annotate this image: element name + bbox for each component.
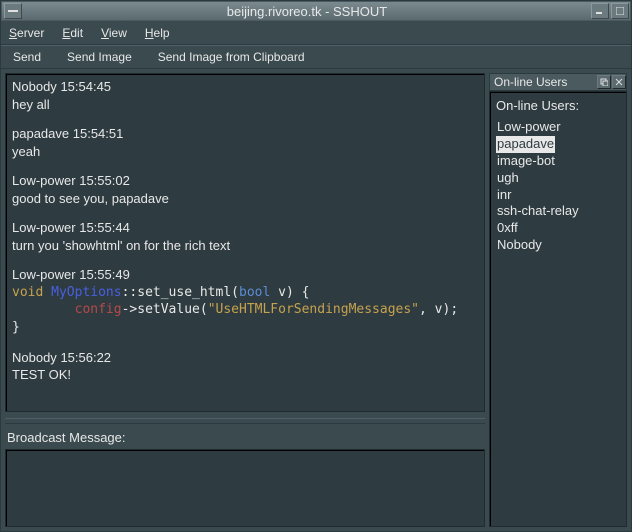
broadcast-label: Broadcast Message: [5, 428, 485, 449]
user-item[interactable]: ugh [496, 170, 620, 187]
panel-close-button[interactable] [612, 75, 626, 89]
window-title: beijing.rivoreo.tk - SSHOUT [24, 4, 590, 19]
send-button[interactable]: Send [9, 48, 45, 66]
chat-body: yeah [12, 143, 478, 161]
content-area: Nobody 15:54:45 hey all papadave 15:54:5… [1, 69, 631, 531]
splitter[interactable] [5, 418, 485, 424]
chat-time: 15:55:44 [79, 220, 130, 235]
chat-user: Nobody [12, 350, 57, 365]
app-window: beijing.rivoreo.tk - SSHOUT Server Edit … [0, 0, 632, 532]
chat-message: Nobody 15:54:45 hey all [12, 78, 478, 113]
chat-body: turn you 'showhtml' on for the rich text [12, 237, 478, 255]
user-item[interactable]: papadave [496, 136, 555, 153]
maximize-button[interactable] [611, 3, 629, 19]
minimize-button[interactable] [591, 3, 609, 19]
menu-help[interactable]: Help [145, 26, 170, 40]
users-list-title: On-line Users: [496, 98, 620, 113]
menu-server[interactable]: Server [9, 26, 44, 40]
chat-body: good to see you, papadave [12, 190, 478, 208]
menubar: Server Edit View Help [1, 21, 631, 45]
chat-user: Low-power [12, 220, 76, 235]
chat-time: 15:56:22 [60, 350, 111, 365]
toolbar: Send Send Image Send Image from Clipboar… [1, 45, 631, 69]
user-item[interactable]: Nobody [496, 237, 620, 254]
chat-user: Low-power [12, 173, 76, 188]
users-panel-header: On-line Users [489, 73, 627, 91]
chat-log[interactable]: Nobody 15:54:45 hey all papadave 15:54:5… [5, 73, 485, 412]
user-item[interactable]: image-bot [496, 153, 620, 170]
menu-edit[interactable]: Edit [62, 26, 83, 40]
chat-time: 15:54:51 [73, 126, 124, 141]
send-image-clipboard-button[interactable]: Send Image from Clipboard [154, 48, 309, 66]
window-menu-button[interactable] [4, 3, 22, 19]
chat-user: Nobody [12, 79, 57, 94]
chat-message: Low-power 15:55:44 turn you 'showhtml' o… [12, 219, 478, 254]
user-item[interactable]: inr [496, 187, 620, 204]
panel-undock-button[interactable] [597, 75, 611, 89]
broadcast-input[interactable] [5, 449, 485, 527]
user-item[interactable]: Low-power [496, 119, 620, 136]
chat-message: Low-power 15:55:02 good to see you, papa… [12, 172, 478, 207]
left-column: Nobody 15:54:45 hey all papadave 15:54:5… [1, 69, 489, 531]
titlebar: beijing.rivoreo.tk - SSHOUT [1, 1, 631, 21]
code-line: } [12, 319, 478, 337]
user-item[interactable]: ssh-chat-relay [496, 203, 620, 220]
user-item[interactable]: 0xff [496, 220, 620, 237]
chat-time: 15:55:02 [79, 173, 130, 188]
chat-body: TEST OK! [12, 366, 478, 384]
chat-message-code: Low-power 15:55:49 void MyOptions::set_u… [12, 266, 478, 336]
chat-time: 15:54:45 [60, 79, 111, 94]
send-image-button[interactable]: Send Image [63, 48, 136, 66]
chat-time: 15:55:49 [79, 267, 130, 282]
users-panel-title: On-line Users [494, 75, 596, 89]
chat-message: papadave 15:54:51 yeah [12, 125, 478, 160]
chat-user: Low-power [12, 267, 76, 282]
chat-message: Nobody 15:56:22 TEST OK! [12, 349, 478, 384]
chat-user: papadave [12, 126, 69, 141]
right-column: On-line Users On-line Users: Low-powerpa… [489, 69, 631, 531]
chat-body: hey all [12, 96, 478, 114]
code-line: config->setValue("UseHTMLForSendingMessa… [12, 301, 478, 319]
code-line: void MyOptions::set_use_html(bool v) { [12, 284, 478, 302]
menu-view[interactable]: View [101, 26, 127, 40]
users-list[interactable]: On-line Users: Low-powerpapadaveimage-bo… [489, 91, 627, 527]
